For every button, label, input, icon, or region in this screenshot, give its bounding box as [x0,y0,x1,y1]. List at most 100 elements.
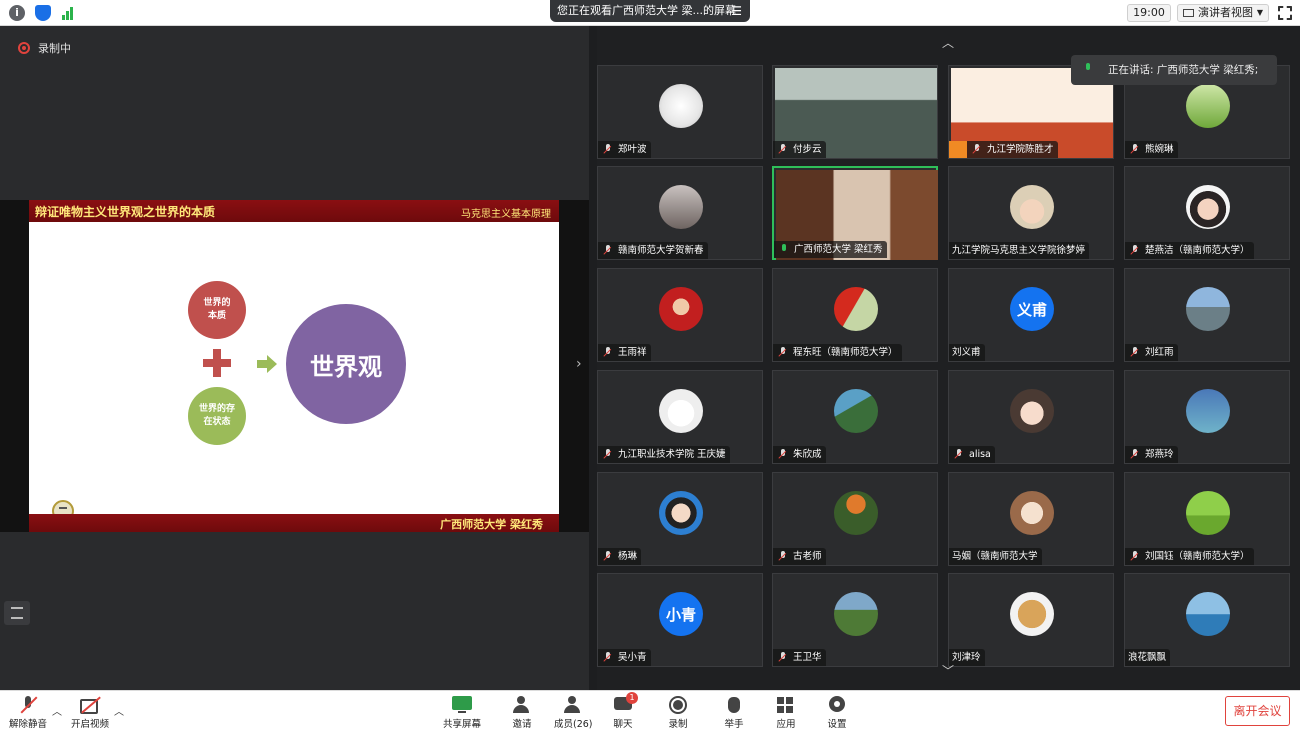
participant-name: 程东旺（赣南师范大学） [793,347,898,358]
unmute-button[interactable]: 解除静音 [8,693,48,731]
avatar [834,491,878,535]
chevron-up-icon[interactable]: ︿ [52,703,62,718]
participant-tile[interactable]: 义甫 刘义甫 [948,268,1114,362]
participant-tile[interactable]: 浪花飘飘 [1124,573,1290,667]
chat-button[interactable]: 1 聊天 [613,692,638,731]
microphone-muted-icon [1130,449,1140,460]
participant-tile[interactable]: 广西师范大学 梁红秀 [772,166,938,260]
avatar [659,185,703,229]
microphone-muted-icon [603,551,613,562]
microphone-muted-icon [778,347,788,358]
signal-icon[interactable] [60,5,76,21]
participant-tile[interactable]: 古老师 [772,472,938,566]
avatar: 小青 [659,592,703,636]
participant-name-tag: 刘红雨 [1125,344,1178,361]
invite-button[interactable]: 邀请 [512,693,532,731]
participant-tile[interactable]: 楚燕洁（赣南师范大学） [1124,166,1290,260]
record-label: 录制 [668,719,688,730]
avatar [1010,592,1054,636]
settings-label: 设置 [827,719,847,730]
participant-tile[interactable]: 王雨祥 [597,268,763,362]
camera-off-icon [80,696,100,714]
chevron-down-icon[interactable]: ﹀ [942,662,954,679]
share-screen-button[interactable]: 共享屏幕 [443,693,481,731]
participant-gallery: ︿ 正在讲话: 广西师范大学 梁红秀; 郑叶波 付步云 九江学院陈胜才 熊婉琳 赣南师范… [597,26,1300,690]
participant-tile[interactable]: 郑叶波 [597,65,763,159]
avatar [659,491,703,535]
raise-hand-label: 举手 [724,719,744,730]
viewing-banner[interactable]: 您正在观看广西师范大学 梁...的屏幕 ☰ [550,0,750,22]
participant-name-tag: 付步云 [773,141,826,158]
participant-tile[interactable]: 九江职业技术学院 王庆婕 [597,370,763,464]
participant-name-tag: 郑叶波 [598,141,651,158]
participant-tile[interactable]: 王卫华 [772,573,938,667]
apps-button[interactable]: 应用 [776,693,796,731]
avatar [659,389,703,433]
participant-name-tag: 楚燕洁（赣南师范大学） [1125,242,1254,259]
raise-hand-button[interactable]: 举手 [724,693,744,731]
settings-button[interactable]: 设置 [827,693,847,731]
fullscreen-icon[interactable] [1278,6,1292,20]
pane-divider[interactable] [589,26,597,690]
chevron-up-icon[interactable]: ︿ [942,34,954,51]
participant-tile[interactable]: 小青吴小青 [597,573,763,667]
slide-author: 广西师范大学 梁红秀 [440,518,543,531]
participant-tile[interactable]: 九江学院马克思主义学院徐梦婷 [948,166,1114,260]
chevron-right-icon[interactable]: › [576,356,582,372]
microphone-icon [779,244,789,255]
participant-name-tag: 广西师范大学 梁红秀 [774,241,887,258]
microphone-muted-icon [778,551,788,562]
participant-name-tag: 程东旺（赣南师范大学） [773,344,902,361]
participant-name: 郑叶波 [618,144,647,155]
chevron-up-icon[interactable]: ︿ [114,703,124,718]
participant-tile[interactable]: 付步云 [772,65,938,159]
view-mode-label: 演讲者视图 [1198,6,1253,19]
participants-button[interactable]: 成员(26) [554,693,593,731]
add-user-icon [512,696,532,714]
avatar [659,287,703,331]
participant-tile[interactable]: 刘津玲 [948,573,1114,667]
avatar [1186,287,1230,331]
participant-name: alisa [969,449,991,460]
view-mode-button[interactable]: 演讲者视图 ▼ [1177,4,1269,22]
microphone-muted-icon [18,696,38,714]
speaker-view-icon [1183,9,1194,17]
state-circle-label: 世界的存在状态 [198,404,235,427]
menu-icon[interactable]: ☰ [731,0,742,22]
participant-name-tag: 杨琳 [598,548,642,565]
arrow-right-icon [257,355,277,373]
record-button[interactable]: 录制 [668,693,688,731]
slide-footer-band: 广西师范大学 梁红秀 [29,514,559,532]
participant-tile[interactable]: alisa [948,370,1114,464]
participant-tile[interactable]: 郑燕玲 [1124,370,1290,464]
participant-tile[interactable]: 赣南师范大学贺新春 [597,166,763,260]
invite-label: 邀请 [512,719,532,730]
avatar [1186,84,1230,128]
start-video-button[interactable]: 开启视频 [70,693,110,731]
leave-meeting-button[interactable]: 离开会议 [1225,696,1290,726]
participant-tile[interactable]: 马姻（赣南师范大学 [948,472,1114,566]
plus-icon [203,349,231,377]
microphone-muted-icon [603,347,613,358]
essence-circle-label: 世界的本质 [203,298,231,321]
participant-tile[interactable]: 刘红雨 [1124,268,1290,362]
info-icon[interactable]: i [9,5,25,21]
participant-name-tag: 吴小青 [598,649,651,666]
gear-icon [827,696,847,714]
hand-icon [724,696,744,714]
participant-name: 九江学院马克思主义学院徐梦婷 [952,245,1086,256]
share-screen-label: 共享屏幕 [443,719,482,730]
shield-icon[interactable] [35,5,51,21]
participant-tile[interactable]: 刘国钰（赣南师范大学） [1124,472,1290,566]
avatar [1186,389,1230,433]
participant-tile[interactable]: 程东旺（赣南师范大学） [772,268,938,362]
list-icon[interactable] [4,601,30,625]
participant-name: 付步云 [793,144,822,155]
microphone-icon [1083,63,1093,74]
apps-icon [776,696,796,714]
avatar [834,389,878,433]
participant-name: 吴小青 [618,652,647,663]
participant-tile[interactable]: 朱欣成 [772,370,938,464]
participant-tile[interactable]: 杨琳 [597,472,763,566]
avatar [1186,491,1230,535]
